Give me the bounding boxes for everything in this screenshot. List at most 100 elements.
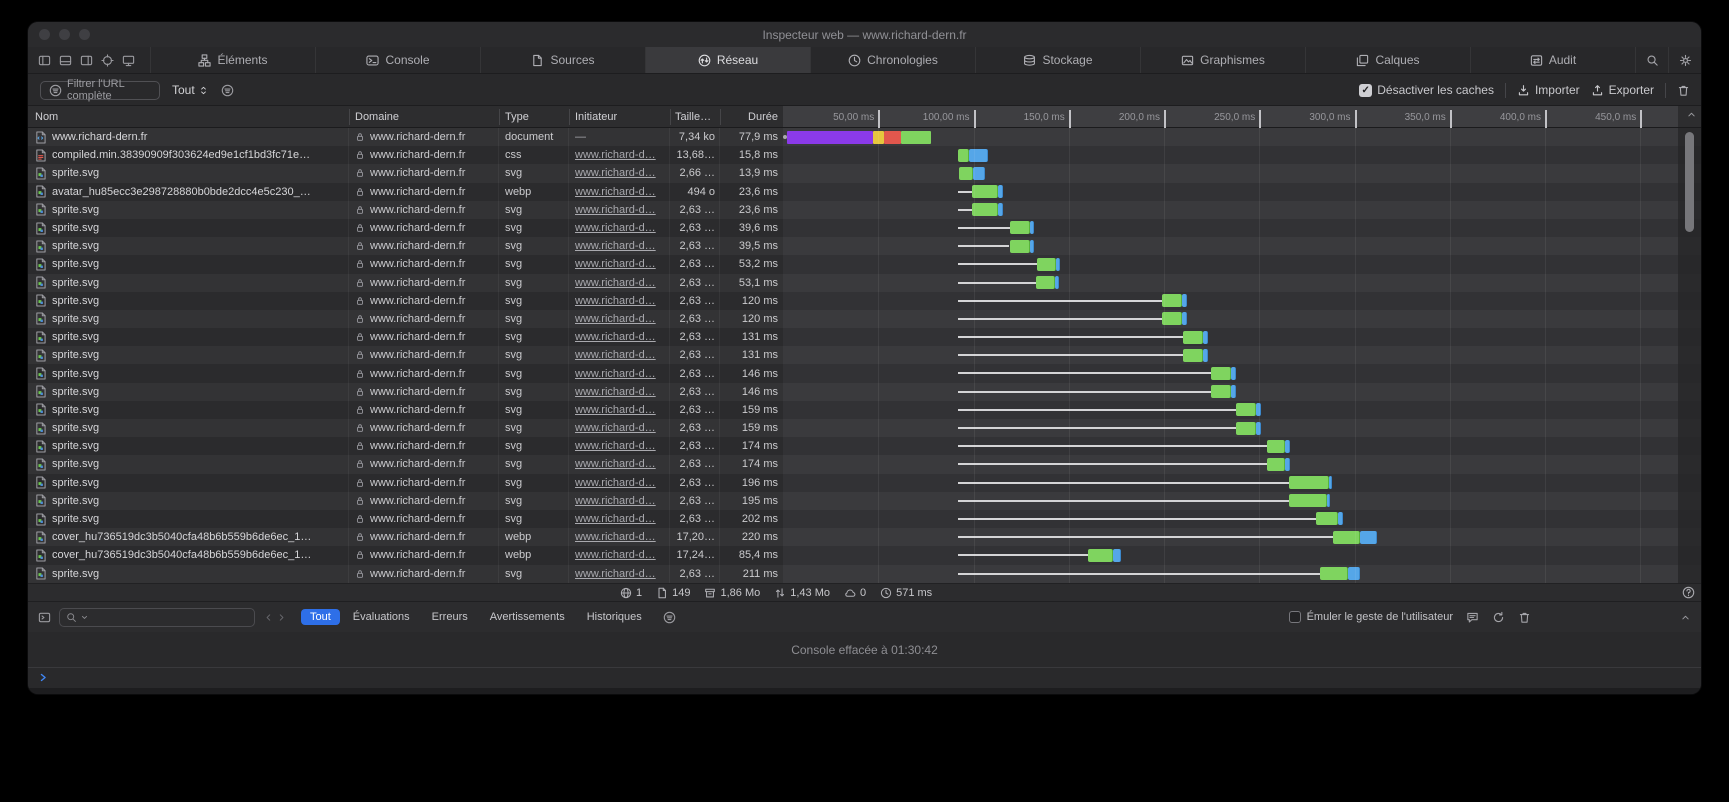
settings-gear-button[interactable] <box>1668 47 1701 73</box>
table-row[interactable]: sprite.svgwww.richard-dern.frsvgwww.rich… <box>28 383 1701 401</box>
dock-bottom-icon[interactable] <box>59 54 72 67</box>
tab-audit[interactable]: Audit <box>1470 47 1635 73</box>
console-tab-erreurs[interactable]: Erreurs <box>423 609 477 625</box>
table-row[interactable]: cover_hu736519dc3b5040cfa48b6b559b6de6ec… <box>28 546 1701 564</box>
clear-network-items-icon[interactable] <box>1677 84 1690 97</box>
initiator-link[interactable]: www.richard-d… <box>575 149 656 161</box>
column-header-domaine[interactable]: Domaine <box>355 106 399 128</box>
initiator-link[interactable]: www.richard-d… <box>575 513 656 525</box>
column-header-nom[interactable]: Nom <box>35 106 58 128</box>
initiator-link[interactable]: www.richard-d… <box>575 240 656 252</box>
table-row[interactable]: sprite.svgwww.richard-dern.frsvgwww.rich… <box>28 164 1701 182</box>
initiator-link[interactable]: www.richard-d… <box>575 386 656 398</box>
lock-icon <box>355 150 365 160</box>
initiator-link[interactable]: www.richard-d… <box>575 258 656 270</box>
initiator-link[interactable]: www.richard-d… <box>575 167 656 179</box>
table-row[interactable]: sprite.svgwww.richard-dern.frsvgwww.rich… <box>28 255 1701 273</box>
table-row[interactable]: sprite.svgwww.richard-dern.frsvgwww.rich… <box>28 419 1701 437</box>
initiator-link[interactable]: www.richard-d… <box>575 331 656 343</box>
table-row[interactable]: sprite.svgwww.richard-dern.frsvgwww.rich… <box>28 510 1701 528</box>
table-row[interactable]: sprite.svgwww.richard-dern.frsvgwww.rich… <box>28 474 1701 492</box>
column-header-type[interactable]: Type <box>505 106 529 128</box>
initiator-link[interactable]: www.richard-d… <box>575 404 656 416</box>
initiator-link[interactable]: www.richard-d… <box>575 277 656 289</box>
tab-sources[interactable]: Sources <box>480 47 645 73</box>
refresh-icon[interactable] <box>1492 611 1505 624</box>
table-row[interactable]: sprite.svgwww.richard-dern.frsvgwww.rich… <box>28 328 1701 346</box>
next-result-button[interactable] <box>276 612 287 623</box>
initiator-link[interactable]: www.richard-d… <box>575 422 656 434</box>
help-icon[interactable] <box>1682 586 1695 599</box>
console-tab-évaluations[interactable]: Évaluations <box>344 609 419 625</box>
console-filter-icon[interactable] <box>663 611 676 624</box>
tab-chronologies[interactable]: Chronologies <box>810 47 975 73</box>
element-picker-icon[interactable] <box>101 54 114 67</box>
tab-console[interactable]: Console <box>315 47 480 73</box>
resource-type-dropdown[interactable]: Tout <box>172 83 209 97</box>
table-row[interactable]: sprite.svgwww.richard-dern.frsvgwww.rich… <box>28 310 1701 328</box>
disable-caches-checkbox[interactable]: ✓ Désactiver les caches <box>1359 83 1494 97</box>
export-button[interactable]: Exporter <box>1591 83 1654 97</box>
column-header-initiateur[interactable]: Initiateur <box>575 106 617 128</box>
tab-réseau[interactable]: Réseau <box>645 47 810 73</box>
tab-calques[interactable]: Calques <box>1305 47 1470 73</box>
tab-graphismes[interactable]: Graphismes <box>1140 47 1305 73</box>
console-tab-tout[interactable]: Tout <box>301 609 340 625</box>
import-button[interactable]: Importer <box>1517 83 1580 97</box>
table-row[interactable]: sprite.svgwww.richard-dern.frsvgwww.rich… <box>28 292 1701 310</box>
table-row[interactable]: sprite.svgwww.richard-dern.frsvgwww.rich… <box>28 219 1701 237</box>
initiator-link[interactable]: www.richard-d… <box>575 313 656 325</box>
console-tab-avertissements[interactable]: Avertissements <box>481 609 574 625</box>
column-header-taille[interactable]: Taille… <box>675 106 711 128</box>
device-settings-icon[interactable] <box>122 54 135 67</box>
console-search-input[interactable] <box>59 608 255 627</box>
dock-left-icon[interactable] <box>38 54 51 67</box>
table-row[interactable]: www.richard-dern.frwww.richard-dern.frdo… <box>28 128 1701 146</box>
console-messages-icon[interactable] <box>1466 611 1479 624</box>
resource-name-cell: sprite.svg <box>28 492 349 510</box>
table-row[interactable]: sprite.svgwww.richard-dern.frsvgwww.rich… <box>28 437 1701 455</box>
console-tab-historiques[interactable]: Historiques <box>578 609 651 625</box>
size-cell: 2,63 … <box>670 492 720 510</box>
initiator-link[interactable]: www.richard-d… <box>575 186 656 198</box>
initiator-link[interactable]: www.richard-d… <box>575 568 656 580</box>
initiator-link[interactable]: www.richard-d… <box>575 495 656 507</box>
tab-stockage[interactable]: Stockage <box>975 47 1140 73</box>
table-row[interactable]: sprite.svgwww.richard-dern.frsvgwww.rich… <box>28 201 1701 219</box>
vertical-scrollbar[interactable] <box>1685 132 1694 232</box>
initiator-link[interactable]: www.richard-d… <box>575 222 656 234</box>
initiator-link[interactable]: www.richard-d… <box>575 349 656 361</box>
table-row[interactable]: sprite.svgwww.richard-dern.frsvgwww.rich… <box>28 346 1701 364</box>
emulate-user-gesture-checkbox[interactable]: Émuler le geste de l'utilisateur <box>1289 611 1453 623</box>
table-row[interactable]: sprite.svgwww.richard-dern.frsvgwww.rich… <box>28 565 1701 583</box>
dock-right-icon[interactable] <box>80 54 93 67</box>
table-row[interactable]: sprite.svgwww.richard-dern.frsvgwww.rich… <box>28 492 1701 510</box>
initiator-link[interactable]: www.richard-d… <box>575 458 656 470</box>
table-row[interactable]: cover_hu736519dc3b5040cfa48b6b559b6de6ec… <box>28 528 1701 546</box>
column-header-duree[interactable]: Durée <box>720 106 778 128</box>
table-row[interactable]: sprite.svgwww.richard-dern.frsvgwww.rich… <box>28 401 1701 419</box>
expand-console-icon[interactable] <box>1680 612 1691 623</box>
initiator-link[interactable]: www.richard-d… <box>575 440 656 452</box>
tab-éléments[interactable]: Éléments <box>150 47 315 73</box>
initiator-link[interactable]: www.richard-d… <box>575 549 656 561</box>
search-button[interactable] <box>1635 47 1668 73</box>
initiator-link[interactable]: www.richard-d… <box>575 368 656 380</box>
initiator-link[interactable]: www.richard-d… <box>575 295 656 307</box>
table-row[interactable]: sprite.svgwww.richard-dern.frsvgwww.rich… <box>28 274 1701 292</box>
table-row[interactable]: sprite.svgwww.richard-dern.frsvgwww.rich… <box>28 237 1701 255</box>
initiator-link[interactable]: www.richard-d… <box>575 477 656 489</box>
table-row[interactable]: sprite.svgwww.richard-dern.frsvgwww.rich… <box>28 364 1701 382</box>
console-sidebar-icon[interactable] <box>38 611 51 624</box>
url-filter-input[interactable]: Filtrer l'URL complète <box>40 81 160 100</box>
table-row[interactable]: avatar_hu85ecc3e298728880b0bde2dcc4e5c23… <box>28 183 1701 201</box>
filter-options-icon[interactable] <box>221 84 234 97</box>
clear-console-icon[interactable] <box>1518 611 1531 624</box>
console-prompt[interactable] <box>28 668 1701 688</box>
initiator-link[interactable]: www.richard-d… <box>575 204 656 216</box>
table-row[interactable]: sprite.svgwww.richard-dern.frsvgwww.rich… <box>28 455 1701 473</box>
chevron-up-icon[interactable] <box>1686 109 1697 120</box>
table-row[interactable]: compiled.min.38390909f303624ed9e1cf1bd3f… <box>28 146 1701 164</box>
initiator-link[interactable]: www.richard-d… <box>575 531 656 543</box>
previous-result-button[interactable] <box>263 612 274 623</box>
